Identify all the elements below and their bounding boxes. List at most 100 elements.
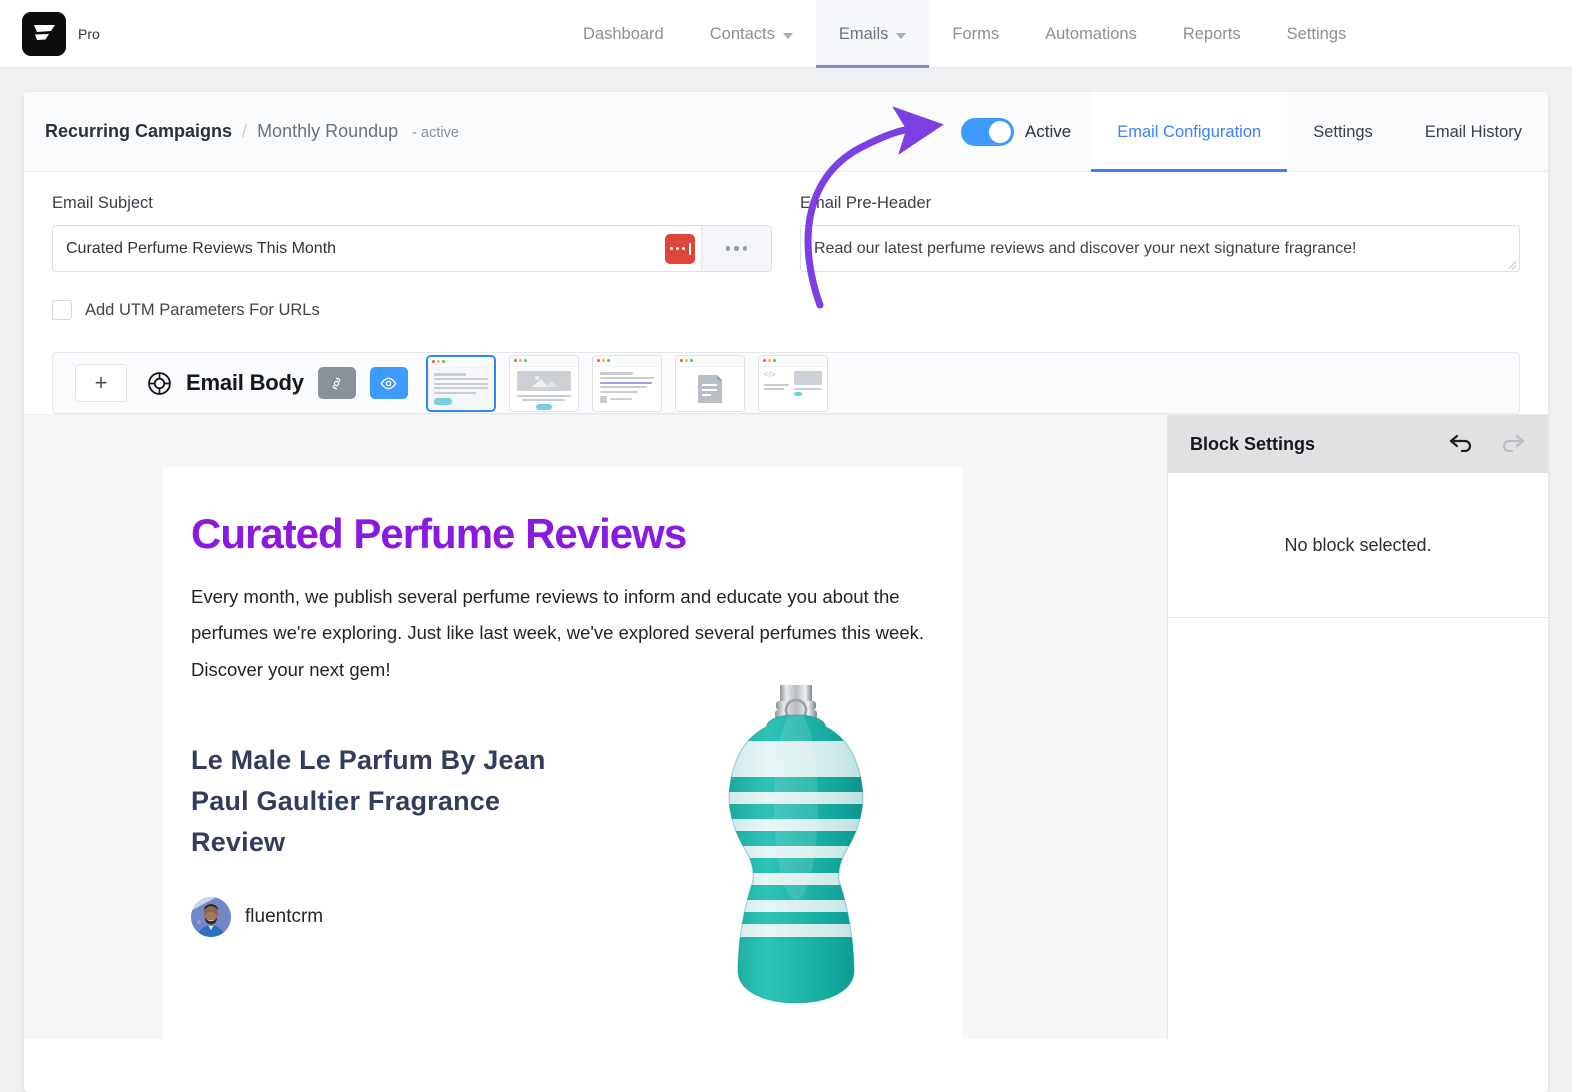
nav-item-automations[interactable]: Automations [1022,0,1160,68]
editor-canvas[interactable]: Curated Perfume Reviews Every month, we … [24,415,1167,1039]
breadcrumb-current: Monthly Roundup [257,121,399,141]
card-tabs: Email Configuration Settings Email Histo… [1091,92,1548,172]
utm-row: Add UTM Parameters For URLs [24,272,1548,320]
ellipsis-icon[interactable] [701,226,771,271]
thumb-line [599,390,638,393]
cursor-bar [688,242,691,255]
thumb-titlebar [592,355,661,367]
dot [675,246,679,251]
dot [742,246,748,251]
email-paragraph[interactable]: Every month, we publish several perfume … [191,579,931,688]
utm-checkbox-label[interactable]: Add UTM Parameters For URLs [85,301,320,320]
tab-label: Settings [1313,122,1373,141]
gear-glyph [332,376,341,390]
nav-item-dashboard[interactable]: Dashboard [560,0,687,68]
thumb-titlebar [427,356,494,368]
thumb-line [433,382,488,385]
nav-label: Emails [838,24,889,43]
dot [523,359,527,362]
preheader-input-value[interactable]: Read our latest perfume reviews and disc… [814,240,1357,258]
top-navigation-bar: Pro Dashboard Contacts Emails Forms Auto… [0,0,1572,68]
nav-item-settings[interactable]: Settings [1264,0,1370,68]
main-nav: Dashboard Contacts Emails Forms Automati… [560,0,1369,68]
fluentcrm-logo-icon [22,11,66,56]
thumb-square [599,395,607,403]
template-thumb-text[interactable] [425,354,496,412]
tab-email-configuration[interactable]: Email Configuration [1091,92,1288,172]
dot [681,246,685,251]
thumb-titlebar [758,355,827,367]
email-config-form: Email Subject Curated Perfume Reviews Th… [24,172,1548,272]
nav-item-emails[interactable]: Emails [815,0,930,68]
review-heading[interactable]: Le Male Le Parfum By Jean Paul Gaultier … [191,740,571,863]
dot [601,359,605,362]
dot [596,359,600,362]
subject-input-value[interactable]: Curated Perfume Reviews This Month [53,226,665,271]
dot [734,246,739,251]
template-thumb-article[interactable] [591,354,662,412]
gear-icon[interactable] [317,367,356,399]
thumb-line [433,391,476,394]
active-toggle-label: Active [1024,122,1072,141]
card-header: Recurring Campaigns / Monthly Roundup - … [24,92,1548,172]
dot [513,359,517,362]
dot [669,246,673,251]
toggle-knob [988,121,1011,143]
active-toggle[interactable] [960,118,1014,146]
template-thumb-image[interactable] [508,354,579,412]
undo-icon[interactable] [1448,432,1474,457]
dot [518,359,522,362]
smart-tag-icon[interactable] [665,233,695,264]
nav-item-reports[interactable]: Reports [1160,0,1264,68]
email-body-title: Email Body [186,370,304,395]
template-thumb-code-image[interactable]: </> [757,354,828,412]
brand[interactable]: Pro [22,11,100,56]
brand-pro-badge: Pro [78,25,100,42]
dot [725,246,731,251]
thumb-image-placeholder [516,370,571,391]
breadcrumb: Recurring Campaigns / Monthly Roundup - … [45,121,459,142]
thumb-line [763,383,789,386]
email-heading[interactable]: Curated Perfume Reviews [191,510,935,557]
preheader-input[interactable]: Read our latest perfume reviews and disc… [800,225,1520,272]
author-name: fluentcrm [245,906,324,928]
thumb-line [599,377,654,379]
eye-icon[interactable] [369,367,408,399]
preheader-label: Email Pre-Header [800,194,932,212]
thumb-image-placeholder [794,370,822,385]
subject-input[interactable]: Curated Perfume Reviews This Month [52,225,772,272]
breadcrumb-root[interactable]: Recurring Campaigns [45,121,232,142]
header-controls: Active Email Configuration Settings Emai… [960,92,1548,172]
nav-item-forms[interactable]: Forms [929,0,1022,68]
block-settings-empty-message: No block selected. [1168,473,1548,618]
perfume-bottle-image[interactable] [696,684,896,1010]
nav-item-contacts[interactable]: Contacts [687,0,816,68]
tab-label: Email Configuration [1117,122,1262,141]
thumb-line [433,372,467,376]
thumb-body [675,366,744,411]
redo-icon[interactable] [1500,432,1526,457]
utm-checkbox[interactable] [52,300,72,320]
tab-email-history[interactable]: Email History [1399,92,1548,172]
dot [772,359,776,362]
logo-glyph [34,24,55,40]
email-content-card[interactable]: Curated Perfume Reviews Every month, we … [163,467,963,1039]
tab-settings[interactable]: Settings [1287,92,1399,172]
thumb-image-col [794,370,822,407]
chevron-down-icon [782,32,793,39]
nav-label: Contacts [709,24,775,43]
thumb-line [522,399,566,401]
dot [606,359,610,362]
nav-label: Automations [1045,24,1137,43]
subject-field-group: Email Subject Curated Perfume Reviews Th… [52,194,772,272]
dot [436,360,440,363]
target-ring-icon [147,371,172,396]
document-icon [697,374,722,403]
block-settings-panel: Block Settings No block selected. [1167,415,1548,1039]
thumb-button [794,392,803,396]
resize-handle-icon[interactable] [1504,257,1517,271]
add-block-button[interactable]: + [75,364,127,402]
review-block: Le Male Le Parfum By Jean Paul Gaultier … [191,684,935,1004]
tab-label: Email History [1424,122,1522,141]
template-thumb-document[interactable] [674,354,745,412]
